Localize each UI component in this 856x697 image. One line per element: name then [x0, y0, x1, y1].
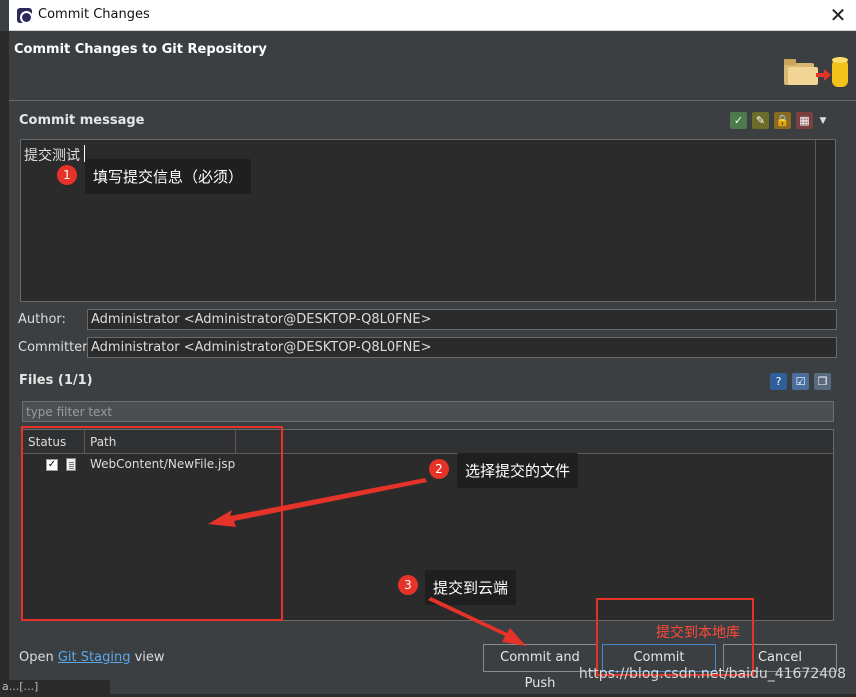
eclipse-icon: [17, 8, 33, 24]
annotation-local-label: 提交到本地库: [656, 625, 740, 641]
close-icon[interactable]: ✕: [824, 2, 852, 28]
commit-message-toolbar: ✓ ✎ 🔒 ▦ ▼: [730, 112, 828, 129]
sign-off-icon[interactable]: ✎: [752, 112, 769, 129]
commit-message-label: Commit message: [19, 113, 145, 128]
deselect-all-icon[interactable]: ❐: [814, 373, 831, 390]
staging-view-hint: Open Git Staging view: [19, 650, 165, 665]
annotation-badge-1: 1: [57, 165, 77, 185]
folder-to-repository-icon: [784, 57, 848, 87]
files-highlight-box: [21, 426, 283, 621]
window-title: Commit Changes: [38, 7, 150, 22]
banner-heading: Commit Changes to Git Repository: [14, 42, 267, 57]
select-all-icon[interactable]: ☑: [792, 373, 809, 390]
spell-check-icon[interactable]: ✓: [730, 112, 747, 129]
annotation-tip-1: 填写提交信息（必须）: [85, 159, 252, 194]
committer-field[interactable]: Administrator <Administrator@DESKTOP-Q8L…: [87, 337, 837, 358]
view-suffix: view: [130, 650, 165, 665]
editor-background: [0, 31, 9, 691]
title-bar: Commit Changes ✕: [9, 0, 856, 31]
git-staging-link[interactable]: Git Staging: [58, 650, 131, 665]
dialog-banner: Commit Changes to Git Repository: [9, 31, 856, 101]
message-scrollbar[interactable]: [815, 140, 835, 301]
commit-message-text: 提交测试: [24, 148, 80, 164]
committer-label: Committer:: [18, 340, 92, 355]
annotation-tip-3: 提交到云端: [425, 570, 517, 605]
annotation-badge-3: 3: [398, 575, 418, 595]
background-status-text: a...[...]: [0, 680, 110, 694]
files-toolbar: ? ☑ ❐: [770, 373, 831, 390]
lock-icon[interactable]: 🔒: [774, 112, 791, 129]
files-label: Files (1/1): [19, 373, 93, 388]
commit-dialog: Commit Changes ✕ Commit Changes to Git R…: [0, 0, 856, 694]
annotation-badge-2: 2: [429, 459, 449, 479]
show-untracked-icon[interactable]: ?: [770, 373, 787, 390]
amend-icon[interactable]: ▦: [796, 112, 813, 129]
author-label: Author:: [18, 312, 66, 327]
chevron-down-icon[interactable]: ▼: [818, 112, 828, 129]
files-filter-input[interactable]: type filter text: [22, 401, 834, 422]
author-field[interactable]: Administrator <Administrator@DESKTOP-Q8L…: [87, 309, 837, 330]
watermark: https://blog.csdn.net/baidu_41672408: [578, 666, 846, 682]
annotation-tip-2: 选择提交的文件: [457, 453, 579, 488]
open-prefix: Open: [19, 650, 58, 665]
